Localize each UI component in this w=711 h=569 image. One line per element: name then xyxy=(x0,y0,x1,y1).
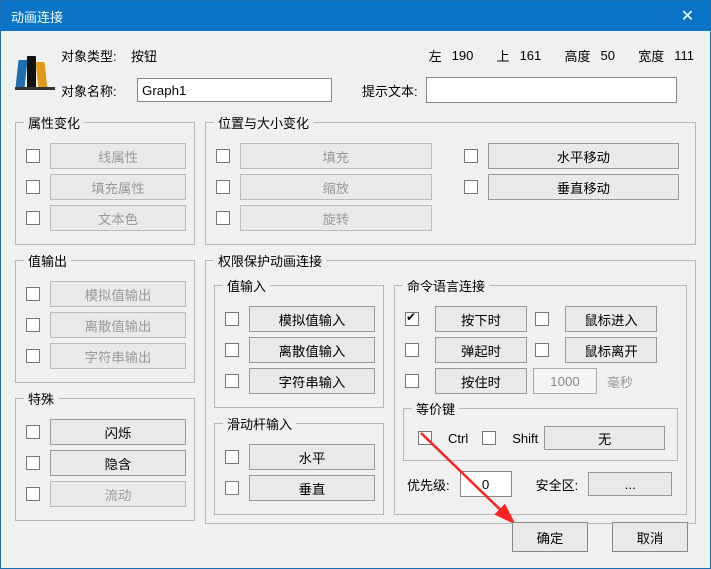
group-slider-input: 滑动杆输入 水平 垂直 xyxy=(214,414,384,515)
btn-mouse-enter[interactable]: 鼠标进入 xyxy=(565,306,657,332)
security-label: 安全区: xyxy=(536,475,579,494)
group-command-language: 命令语言连接 按下时 鼠标进入 弹起时 鼠标 xyxy=(394,276,687,515)
btn-discrete-out[interactable]: 离散值输出 xyxy=(50,312,186,338)
chk-on-hold[interactable] xyxy=(405,374,419,388)
dialog-title: 动画连接 xyxy=(11,7,63,26)
titlebar: 动画连接 ✕ xyxy=(1,1,710,31)
btn-analog-out[interactable]: 模拟值输出 xyxy=(50,281,186,307)
books-icon xyxy=(15,54,55,92)
group-pos-size: 位置与大小变化 填充 缩放 旋转 水平移动 垂直移动 xyxy=(205,113,696,245)
btn-fill[interactable]: 填充 xyxy=(240,143,432,169)
object-name-label: 对象名称: xyxy=(61,81,129,100)
btn-blink[interactable]: 闪烁 xyxy=(50,419,186,445)
btn-discrete-in[interactable]: 离散值输入 xyxy=(249,337,375,363)
btn-string-in[interactable]: 字符串输入 xyxy=(249,368,375,394)
chk-blink[interactable] xyxy=(26,425,40,439)
object-name-input[interactable] xyxy=(137,78,332,102)
chk-fill[interactable] xyxy=(216,149,230,163)
btn-fill-attr[interactable]: 填充属性 xyxy=(50,174,186,200)
btn-slider-v[interactable]: 垂直 xyxy=(249,475,375,501)
group-equiv-key: 等价键 Ctrl Shift 无 xyxy=(403,399,678,461)
chk-slider-v[interactable] xyxy=(225,481,239,495)
chk-analog-in[interactable] xyxy=(225,312,239,326)
chk-analog-out[interactable] xyxy=(26,287,40,301)
ok-button[interactable]: 确定 xyxy=(512,522,588,552)
chk-slider-h[interactable] xyxy=(225,450,239,464)
ms-label: 毫秒 xyxy=(607,372,633,391)
chk-scale[interactable] xyxy=(216,180,230,194)
btn-vmove[interactable]: 垂直移动 xyxy=(488,174,680,200)
security-zone-button[interactable]: ... xyxy=(588,472,672,496)
chk-fill-attr[interactable] xyxy=(26,180,40,194)
hold-interval-input[interactable] xyxy=(533,368,597,394)
btn-string-out[interactable]: 字符串输出 xyxy=(50,343,186,369)
chk-text-color[interactable] xyxy=(26,211,40,225)
group-value-input: 值输入 模拟值输入 离散值输入 字符串输入 xyxy=(214,276,384,408)
btn-on-hold[interactable]: 按住时 xyxy=(435,368,527,394)
chk-hide[interactable] xyxy=(26,456,40,470)
btn-text-color[interactable]: 文本色 xyxy=(50,205,186,231)
chk-string-in[interactable] xyxy=(225,374,239,388)
chk-flow[interactable] xyxy=(26,487,40,501)
group-value-output: 值输出 模拟值输出 离散值输出 字符串输出 xyxy=(15,251,195,383)
chk-discrete-out[interactable] xyxy=(26,318,40,332)
btn-flow[interactable]: 流动 xyxy=(50,481,186,507)
btn-on-release[interactable]: 弹起时 xyxy=(435,337,527,363)
geometry-readout: 左 190 上 161 高度 50 宽度 111 xyxy=(427,46,696,65)
chk-shift[interactable] xyxy=(482,431,496,445)
chk-mouse-enter[interactable] xyxy=(535,312,549,326)
group-attr-change: 属性变化 线属性 填充属性 文本色 xyxy=(15,113,195,245)
priority-label: 优先级: xyxy=(407,475,450,494)
btn-line-attr[interactable]: 线属性 xyxy=(50,143,186,169)
btn-rotate[interactable]: 旋转 xyxy=(240,205,432,231)
btn-slider-h[interactable]: 水平 xyxy=(249,444,375,470)
chk-on-release[interactable] xyxy=(405,343,419,357)
tip-text-input[interactable] xyxy=(426,77,677,103)
btn-hmove[interactable]: 水平移动 xyxy=(488,143,680,169)
chk-on-press[interactable] xyxy=(405,312,419,326)
priority-input[interactable] xyxy=(460,471,512,497)
object-type-label: 对象类型: xyxy=(61,46,131,65)
chk-string-out[interactable] xyxy=(26,349,40,363)
chk-ctrl[interactable] xyxy=(418,431,432,445)
btn-scale[interactable]: 缩放 xyxy=(240,174,432,200)
btn-mouse-leave[interactable]: 鼠标离开 xyxy=(565,337,657,363)
cancel-button[interactable]: 取消 xyxy=(612,522,688,552)
group-special: 特殊 闪烁 隐含 流动 xyxy=(15,389,195,521)
chk-line-attr[interactable] xyxy=(26,149,40,163)
group-perm-anim: 权限保护动画连接 值输入 模拟值输入 离散值输入 字符串输入 滑动杆输入 xyxy=(205,251,696,524)
chk-mouse-leave[interactable] xyxy=(535,343,549,357)
chk-discrete-in[interactable] xyxy=(225,343,239,357)
close-icon[interactable]: ✕ xyxy=(665,1,710,31)
chk-vmove[interactable] xyxy=(464,180,478,194)
chk-hmove[interactable] xyxy=(464,149,478,163)
chk-rotate[interactable] xyxy=(216,211,230,225)
animation-link-dialog: 动画连接 ✕ 对象类型: 按钮 左 190 上 161 高度 50 xyxy=(0,0,711,569)
btn-on-press[interactable]: 按下时 xyxy=(435,306,527,332)
btn-analog-in[interactable]: 模拟值输入 xyxy=(249,306,375,332)
btn-equiv-none[interactable]: 无 xyxy=(544,426,665,450)
tip-text-label: 提示文本: xyxy=(362,81,418,100)
object-type-value: 按钮 xyxy=(131,46,201,65)
btn-hide[interactable]: 隐含 xyxy=(50,450,186,476)
